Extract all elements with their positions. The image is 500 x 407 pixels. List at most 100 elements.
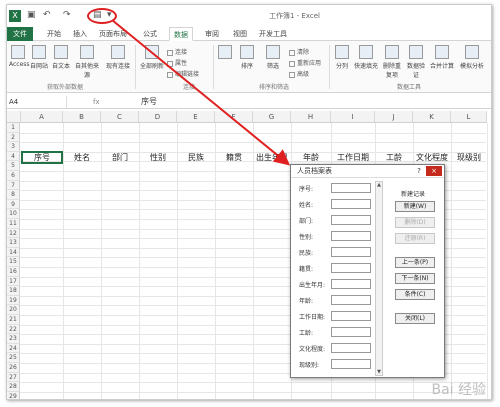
filter-button[interactable]: 筛选 [263, 45, 283, 70]
row-header[interactable]: 21 [7, 315, 20, 325]
existing-connections-button[interactable]: 现有连接 [105, 45, 131, 70]
row-header[interactable]: 25 [7, 353, 20, 363]
column-header[interactable]: E [177, 111, 215, 123]
row-header[interactable]: 12 [7, 228, 20, 239]
row-header[interactable]: 17 [7, 276, 20, 287]
redo-icon[interactable]: ↷ [63, 10, 71, 20]
field-input[interactable] [331, 279, 371, 289]
refresh-all-button[interactable]: 全部刷新 [139, 45, 165, 70]
consolidate-button[interactable]: 合并计算 [429, 45, 455, 70]
row-header[interactable]: 7 [7, 180, 20, 191]
tab-file[interactable]: 文件 [7, 27, 33, 41]
row-header[interactable]: 1 [7, 123, 20, 133]
tab-insert[interactable]: 插入 [69, 27, 91, 41]
from-text-button[interactable]: 自文本 [51, 45, 71, 70]
dialog-button[interactable]: 下一条(N) [395, 273, 435, 284]
formula-input[interactable]: 序号 [141, 96, 157, 108]
column-header[interactable]: F [215, 111, 253, 123]
row-header[interactable]: 23 [7, 334, 20, 344]
cell-header[interactable]: 民族 [177, 152, 215, 164]
scroll-down-icon[interactable]: ▼ [376, 369, 382, 375]
field-input[interactable] [331, 247, 371, 257]
row-header[interactable]: 24 [7, 343, 20, 354]
scroll-up-icon[interactable]: ▲ [376, 182, 382, 188]
field-input[interactable] [331, 343, 371, 353]
cell-header[interactable]: 工龄 [375, 152, 413, 164]
column-header[interactable]: J [375, 111, 413, 123]
row-header[interactable]: 4 [7, 151, 20, 162]
column-header[interactable]: B [63, 111, 101, 123]
row-header[interactable]: 27 [7, 372, 20, 383]
row-header[interactable]: 16 [7, 267, 20, 277]
row-header[interactable]: 15 [7, 257, 20, 267]
clear-item[interactable]: 清除 [289, 47, 309, 56]
from-web-button[interactable]: 自网站 [29, 45, 49, 70]
tab-view[interactable]: 视图 [229, 27, 251, 41]
dialog-scrollbar[interactable]: ▲ ▼ [375, 181, 383, 376]
row-header[interactable]: 9 [7, 199, 20, 210]
tab-page-layout[interactable]: 页面布局 [95, 27, 131, 41]
text-to-columns-button[interactable]: 分列 [333, 45, 351, 70]
field-input[interactable] [331, 199, 371, 209]
tab-developer[interactable]: 开发工具 [255, 27, 291, 41]
tab-data[interactable]: 数据 [169, 27, 193, 41]
select-all-corner[interactable] [7, 111, 21, 123]
remove-duplicates-button[interactable]: 删除重复项 [381, 45, 403, 79]
field-input[interactable] [331, 231, 371, 241]
help-button[interactable]: ? [414, 166, 424, 176]
row-header[interactable]: 8 [7, 190, 20, 200]
row-header[interactable]: 18 [7, 286, 20, 296]
cell-header[interactable]: 部门 [101, 152, 139, 164]
data-validation-button[interactable]: 数据验证 [405, 45, 427, 79]
dialog-button[interactable]: 上一条(P) [395, 257, 435, 268]
row-header[interactable]: 10 [7, 209, 20, 219]
from-other-button[interactable]: 自其他来源 [73, 45, 101, 79]
row-header[interactable]: 22 [7, 324, 20, 335]
cell-header[interactable]: 工作日期 [331, 152, 375, 164]
undo-icon[interactable]: ↶ [43, 10, 51, 20]
dialog-button[interactable]: 还原(R) [395, 233, 435, 244]
field-input[interactable] [331, 263, 371, 273]
row-header[interactable]: 5 [7, 161, 20, 171]
row-header[interactable]: 6 [7, 171, 20, 181]
row-header[interactable]: 13 [7, 238, 20, 248]
column-header[interactable]: H [291, 111, 331, 123]
cell-header[interactable]: 出生年月 [253, 152, 291, 164]
tab-formulas[interactable]: 公式 [139, 27, 161, 41]
cell-header[interactable]: 性别 [139, 152, 177, 164]
advanced-item[interactable]: 高级 [289, 69, 309, 78]
field-input[interactable] [331, 183, 371, 193]
column-header[interactable]: I [331, 111, 375, 123]
row-header[interactable]: 29 [7, 391, 20, 399]
tab-review[interactable]: 审阅 [201, 27, 223, 41]
row-header[interactable]: 20 [7, 305, 20, 315]
from-access-button[interactable]: Access [9, 45, 30, 68]
row-header[interactable]: 19 [7, 295, 20, 306]
field-input[interactable] [331, 359, 371, 369]
column-header[interactable]: D [139, 111, 177, 123]
reapply-item[interactable]: 重新应用 [289, 58, 321, 67]
sort-button[interactable]: 排序 [237, 45, 257, 70]
row-header[interactable]: 26 [7, 363, 20, 373]
edit-links-item[interactable]: 编辑链接 [167, 69, 199, 78]
tab-home[interactable]: 开始 [43, 27, 65, 41]
close-button[interactable]: × [426, 166, 442, 176]
fx-icon[interactable]: fx [93, 96, 100, 108]
dialog-button[interactable]: 关闭(L) [395, 313, 435, 324]
name-box[interactable]: A4 [7, 96, 67, 108]
column-header[interactable]: C [101, 111, 139, 123]
column-header[interactable]: L [451, 111, 487, 123]
field-input[interactable] [331, 215, 371, 225]
cell-header[interactable]: 籍贯 [215, 152, 253, 164]
row-header[interactable]: 2 [7, 132, 20, 143]
save-icon[interactable]: ▣ [27, 10, 36, 20]
field-input[interactable] [331, 295, 371, 305]
row-header[interactable]: 14 [7, 247, 20, 258]
row-header[interactable]: 11 [7, 219, 20, 229]
row-header[interactable]: 28 [7, 382, 20, 392]
dialog-button[interactable]: 删除(D) [395, 217, 435, 228]
dialog-button[interactable]: 条件(C) [395, 289, 435, 300]
cell-header[interactable]: 年龄 [291, 152, 331, 164]
cell-header[interactable]: 现级别 [451, 152, 487, 164]
field-input[interactable] [331, 327, 371, 337]
